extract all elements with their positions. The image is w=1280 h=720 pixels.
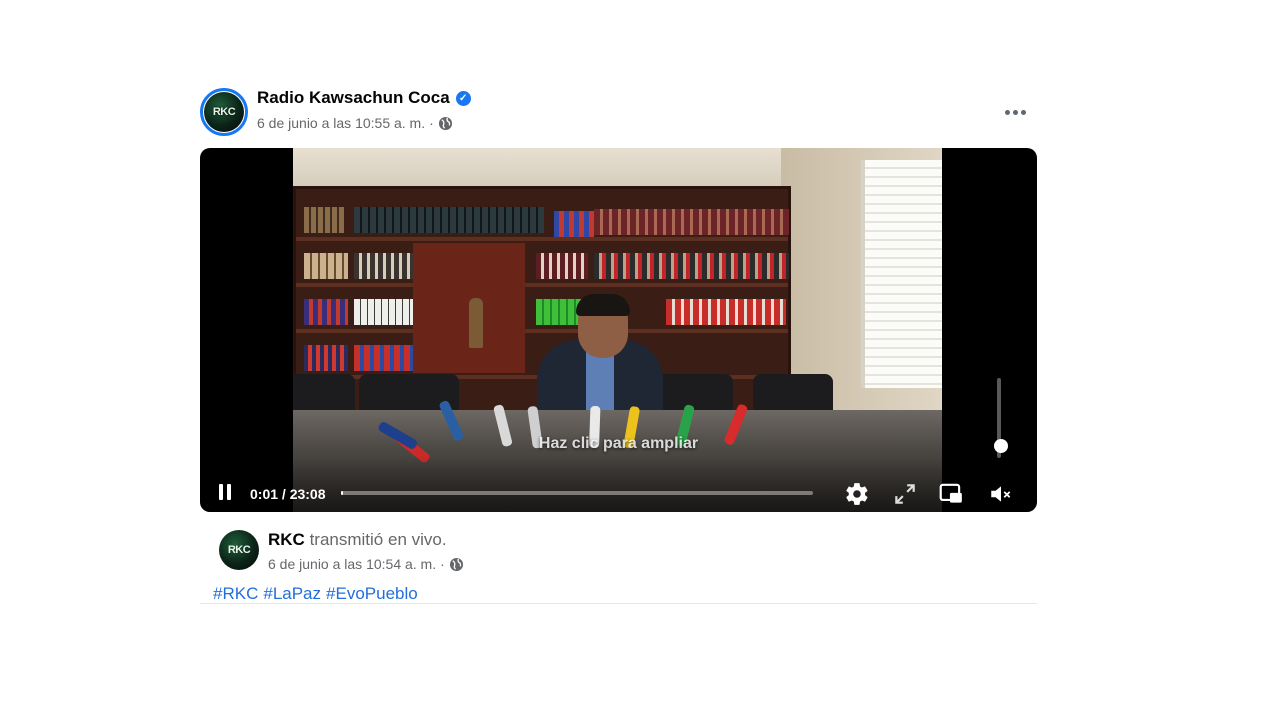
video-window	[861, 160, 942, 388]
hashtag-link[interactable]: #LaPaz	[263, 584, 321, 604]
hashtag-link[interactable]: #EvoPueblo	[326, 584, 418, 604]
pause-icon[interactable]	[215, 484, 235, 504]
post-timestamp[interactable]: 6 de junio a las 10:55 a. m.	[257, 115, 425, 131]
page-avatar[interactable]: RKC	[200, 88, 248, 136]
live-action: transmitió en vivo.	[309, 530, 447, 549]
hashtag-list: #RKC #LaPaz #EvoPueblo	[213, 584, 418, 604]
live-meta: 6 de junio a las 10:54 a. m. ·	[268, 556, 464, 572]
video-player[interactable]: Haz clic para ampliar 0:01 / 23:08	[200, 148, 1037, 512]
live-timestamp[interactable]: 6 de junio a las 10:54 a. m.	[268, 556, 436, 572]
post-header: RKC Radio Kawsachun Coca ✓ 6 de junio a l…	[200, 86, 1037, 142]
globe-icon[interactable]	[449, 557, 464, 572]
settings-icon[interactable]	[844, 481, 870, 507]
picture-in-picture-icon[interactable]	[938, 481, 964, 507]
divider	[200, 603, 1037, 604]
post-meta: 6 de junio a las 10:55 a. m. ·	[257, 115, 453, 131]
live-page-name[interactable]: RKC	[268, 530, 305, 549]
meta-separator: ·	[429, 115, 434, 131]
progress-fill	[341, 491, 344, 495]
more-options-icon[interactable]	[999, 96, 1031, 128]
live-info: RKC RKC transmitió en vivo. 6 de junio a…	[219, 530, 1037, 578]
page-avatar-text: RKC	[212, 106, 236, 118]
globe-icon[interactable]	[438, 116, 453, 131]
volume-knob[interactable]	[994, 439, 1008, 453]
speaker-hair	[576, 294, 630, 316]
rkc-avatar[interactable]: RKC	[219, 530, 259, 570]
video-controls: 0:01 / 23:08	[200, 456, 1037, 512]
live-meta-separator: ·	[440, 556, 445, 572]
page-avatar-image: RKC	[204, 92, 244, 132]
page-name-text[interactable]: Radio Kawsachun Coca	[257, 88, 450, 107]
fullscreen-icon[interactable]	[892, 481, 918, 507]
progress-bar[interactable]	[341, 491, 813, 495]
muted-volume-icon[interactable]	[988, 481, 1014, 507]
hashtag-link[interactable]: #RKC	[213, 584, 258, 604]
justice-statue	[469, 298, 483, 348]
expand-hint[interactable]: Haz clic para ampliar	[200, 435, 1037, 453]
page-name[interactable]: Radio Kawsachun Coca ✓	[257, 88, 471, 108]
rkc-avatar-text: RKC	[227, 544, 251, 556]
verified-badge-icon: ✓	[455, 91, 471, 106]
live-line: RKC transmitió en vivo.	[268, 530, 447, 550]
video-time: 0:01 / 23:08	[250, 486, 326, 502]
